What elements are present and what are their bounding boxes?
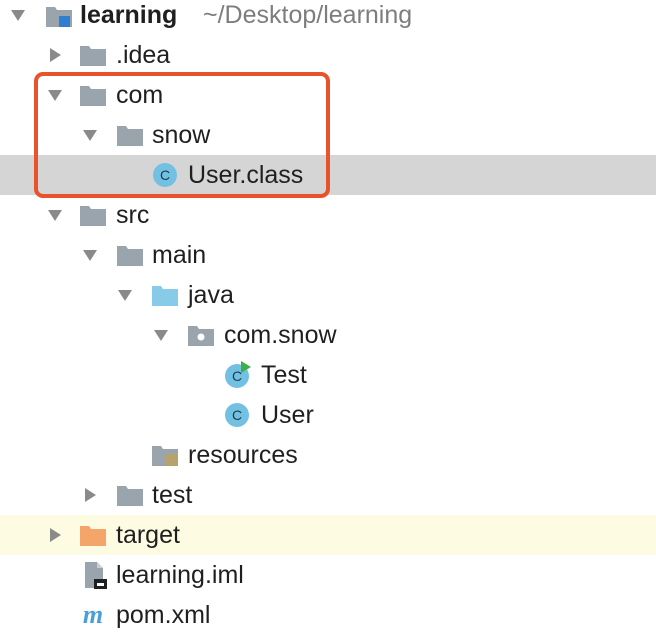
tree-item-label: resources (188, 441, 298, 469)
folder-icon (115, 480, 145, 510)
folder-icon (115, 240, 145, 270)
tree-item-label: main (152, 241, 207, 269)
runnable-class-icon: C (222, 360, 252, 390)
tree-item-label: .idea (116, 41, 171, 69)
tree-row-target[interactable]: target (0, 515, 656, 555)
tree-row-learning[interactable]: learning ~/Desktop/learning (0, 0, 656, 35)
class-icon: C (150, 160, 180, 190)
tree-item-label: java (188, 281, 234, 309)
resources-folder-icon (150, 440, 180, 470)
tree-item-label: target (116, 521, 180, 549)
chevron-right-icon[interactable] (45, 525, 65, 545)
tree-row-src[interactable]: src (0, 195, 656, 235)
chevron-down-icon[interactable] (80, 245, 100, 265)
tree-row-com[interactable]: com (0, 75, 656, 115)
module-file-icon (80, 560, 110, 590)
tree-item-label: Test (261, 361, 307, 389)
chevron-down-icon[interactable] (45, 205, 65, 225)
tree-row-user[interactable]: C User (0, 395, 656, 435)
source-folder-icon (150, 280, 180, 310)
svg-text:C: C (232, 368, 242, 384)
chevron-right-icon[interactable] (45, 45, 65, 65)
chevron-right-icon[interactable] (80, 485, 100, 505)
project-tree: learning ~/Desktop/learning .idea com sn… (0, 0, 656, 634)
tree-item-label: pom.xml (116, 601, 211, 629)
tree-item-label: learning.iml (116, 561, 244, 589)
package-icon (186, 320, 216, 350)
tree-item-label: com (116, 81, 164, 109)
project-root-path: ~/Desktop/learning (203, 1, 413, 29)
tree-row-main[interactable]: main (0, 235, 656, 275)
tree-row-test-folder[interactable]: test (0, 475, 656, 515)
tree-row-idea[interactable]: .idea (0, 35, 656, 75)
tree-item-label: User (261, 401, 314, 429)
tree-item-label: src (116, 201, 150, 229)
tree-item-label: com.snow (224, 321, 337, 349)
tree-row-learning-iml[interactable]: learning.iml (0, 555, 656, 595)
module-folder-icon (44, 0, 74, 30)
svg-text:C: C (160, 167, 170, 183)
tree-item-label: snow (152, 121, 211, 149)
chevron-down-icon[interactable] (80, 125, 100, 145)
tree-row-pom-xml[interactable]: m pom.xml (0, 595, 656, 635)
tree-row-snow[interactable]: snow (0, 115, 656, 155)
tree-row-com-snow[interactable]: com.snow (0, 315, 656, 355)
tree-row-user-class[interactable]: C User.class (0, 155, 656, 195)
maven-icon: m (78, 600, 108, 630)
folder-icon (115, 120, 145, 150)
tree-item-label: User.class (188, 161, 304, 189)
chevron-down-icon[interactable] (151, 325, 171, 345)
tree-row-test-class[interactable]: C Test (0, 355, 656, 395)
folder-icon (78, 40, 108, 70)
chevron-down-icon[interactable] (8, 5, 28, 25)
project-root-label: learning (80, 1, 178, 29)
chevron-down-icon[interactable] (45, 85, 65, 105)
svg-text:m: m (83, 600, 103, 629)
svg-text:C: C (232, 407, 242, 423)
tree-row-java[interactable]: java (0, 275, 656, 315)
tree-item-label: test (152, 481, 193, 509)
folder-icon (78, 200, 108, 230)
folder-icon (78, 80, 108, 110)
class-icon: C (222, 400, 252, 430)
chevron-down-icon[interactable] (115, 285, 135, 305)
tree-row-resources[interactable]: resources (0, 435, 656, 475)
excluded-folder-icon (78, 520, 108, 550)
